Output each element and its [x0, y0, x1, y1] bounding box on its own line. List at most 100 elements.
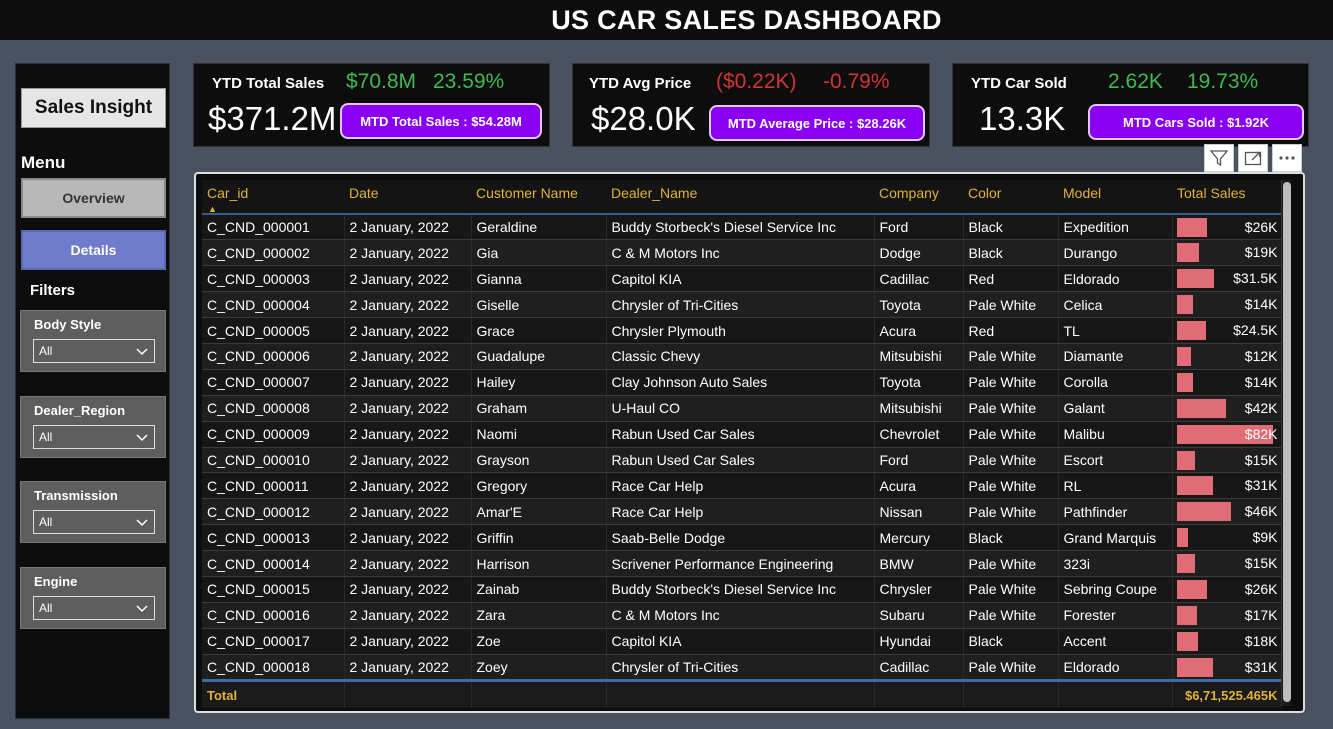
column-header-car-id[interactable]: Car_id ▲: [202, 180, 344, 215]
dealer-region-dropdown[interactable]: All: [33, 425, 155, 449]
table-cell: Classic Chevy: [606, 343, 875, 370]
sales-value: $26K: [1244, 580, 1278, 597]
filter-icon[interactable]: [1204, 144, 1234, 172]
table-cell: Rabun Used Car Sales: [606, 421, 875, 448]
filter-label: Engine: [34, 574, 78, 589]
transmission-dropdown[interactable]: All: [33, 510, 155, 534]
table-cell: Toyota: [874, 291, 964, 319]
kpi-label: YTD Total Sales: [212, 75, 325, 92]
table-cell: 2 January, 2022: [344, 239, 472, 267]
kpi-delta-percent: -0.79%: [823, 70, 890, 93]
table-row[interactable]: C_CND_000015 2 January, 2022 Zainab Buddy S…: [202, 576, 1282, 603]
table-row[interactable]: C_CND_000018 2 January, 2022 Zoey Chrysler …: [202, 654, 1282, 681]
filter-label: Transmission: [34, 488, 118, 503]
kpi-label: YTD Avg Price: [589, 75, 692, 92]
total-sales-cell: $24.5K: [1172, 317, 1282, 344]
table-row[interactable]: C_CND_000007 2 January, 2022 Hailey Clay Jo…: [202, 369, 1282, 396]
table-cell: Geraldine: [471, 214, 607, 241]
table-row[interactable]: C_CND_000009 2 January, 2022 Naomi Rabun Us…: [202, 421, 1282, 448]
sales-details-table: Car_id ▲ Date Customer Name Dealer_Name C…: [194, 172, 1305, 713]
table-cell: C_CND_000006: [202, 343, 345, 370]
table-row[interactable]: C_CND_000004 2 January, 2022 Giselle Chrysl…: [202, 291, 1282, 319]
table-cell: Black: [963, 524, 1059, 552]
filter-label: Dealer_Region: [34, 403, 126, 418]
table-row[interactable]: C_CND_000003 2 January, 2022 Gianna Capitol…: [202, 265, 1282, 293]
table-cell: C_CND_000007: [202, 369, 345, 396]
details-button[interactable]: Details: [21, 230, 166, 270]
table-cell: Eldorado: [1058, 654, 1173, 681]
total-sales-cell: $17K: [1172, 602, 1282, 629]
sales-data-bar: [1176, 554, 1195, 574]
column-header-date[interactable]: Date: [344, 180, 471, 215]
table-cell: Malibu: [1058, 421, 1173, 448]
mtd-cars-sold-button[interactable]: MTD Cars Sold : $1.92K: [1088, 104, 1304, 140]
table-row[interactable]: C_CND_000016 2 January, 2022 Zara C & M Mot…: [202, 602, 1282, 629]
table-cell: Black: [963, 239, 1059, 267]
table-row[interactable]: C_CND_000010 2 January, 2022 Grayson Rabun …: [202, 447, 1282, 474]
table-cell: Pale White: [963, 654, 1059, 681]
table-row[interactable]: C_CND_000014 2 January, 2022 Harrison Scriv…: [202, 550, 1282, 577]
table-row[interactable]: C_CND_000005 2 January, 2022 Grace Chrysler…: [202, 317, 1282, 344]
table-cell: Zainab: [471, 576, 607, 603]
sort-ascending-icon: ▲: [208, 204, 217, 214]
engine-dropdown[interactable]: All: [33, 596, 155, 620]
sales-value: $19K: [1244, 244, 1278, 261]
table-cell: Black: [963, 628, 1059, 655]
sales-data-bar: [1176, 476, 1213, 496]
sales-value: $31K: [1244, 658, 1278, 675]
column-header-customer-name[interactable]: Customer Name: [471, 180, 606, 215]
table-viewport: Car_id ▲ Date Customer Name Dealer_Name C…: [202, 180, 1282, 708]
column-header-color[interactable]: Color: [963, 180, 1058, 215]
kpi-ytd-total-sales: YTD Total Sales $371.2M $70.8M 23.59% MT…: [193, 63, 550, 147]
table-cell: Ford: [874, 447, 964, 474]
table-cell: 2 January, 2022: [344, 576, 472, 603]
total-sales-cell: $14K: [1172, 291, 1282, 319]
table-cell: 2 January, 2022: [344, 317, 472, 344]
total-sales-cell: $42K: [1172, 395, 1282, 422]
table-row[interactable]: C_CND_000011 2 January, 2022 Gregory Race C…: [202, 472, 1282, 500]
dropdown-value: All: [39, 344, 53, 358]
body-style-dropdown[interactable]: All: [33, 339, 155, 363]
more-options-icon[interactable]: [1272, 144, 1302, 172]
table-row[interactable]: C_CND_000008 2 January, 2022 Graham U-Haul …: [202, 395, 1282, 422]
sales-value: $31.5K: [1233, 270, 1278, 287]
table-cell: Race Car Help: [606, 498, 875, 526]
column-header-company[interactable]: Company: [874, 180, 963, 215]
sales-value: $12K: [1244, 347, 1278, 364]
table-cell: Cadillac: [874, 265, 964, 293]
table-cell: Zoey: [471, 654, 607, 681]
total-sales-cell: $12K: [1172, 343, 1282, 370]
column-header-model[interactable]: Model: [1058, 180, 1172, 215]
sales-data-bar: [1176, 295, 1193, 315]
table-row[interactable]: C_CND_000013 2 January, 2022 Griffin Saab-B…: [202, 524, 1282, 552]
table-total-row: Total $6,71,525.465K: [202, 678, 1282, 708]
mtd-average-price-button[interactable]: MTD Average Price : $28.26K: [709, 105, 925, 141]
table-cell: C_CND_000010: [202, 447, 345, 474]
title-bar: US CAR SALES DASHBOARD: [0, 0, 1333, 40]
table-cell: 2 January, 2022: [344, 395, 472, 422]
table-row[interactable]: C_CND_000017 2 January, 2022 Zoe Capitol KI…: [202, 628, 1282, 655]
overview-button[interactable]: Overview: [21, 178, 166, 218]
table-cell: Acura: [874, 317, 964, 344]
table-row[interactable]: C_CND_000001 2 January, 2022 Geraldine Budd…: [202, 214, 1282, 241]
mtd-total-sales-button[interactable]: MTD Total Sales : $54.28M: [340, 103, 542, 139]
table-row[interactable]: C_CND_000002 2 January, 2022 Gia C & M Moto…: [202, 239, 1282, 267]
total-sales-cell: $18K: [1172, 628, 1282, 655]
table-cell: 2 January, 2022: [344, 291, 472, 319]
table-cell: Buddy Storbeck's Diesel Service Inc: [606, 576, 875, 603]
table-row[interactable]: C_CND_000006 2 January, 2022 Guadalupe Clas…: [202, 343, 1282, 370]
chevron-down-icon: [136, 605, 148, 613]
sales-data-bar: [1176, 243, 1199, 263]
sales-data-bar: [1176, 218, 1207, 237]
sales-data-bar: [1176, 398, 1226, 418]
column-header-total-sales[interactable]: Total Sales: [1172, 180, 1282, 215]
table-scrollbar[interactable]: [1281, 180, 1291, 706]
focus-mode-icon[interactable]: [1238, 144, 1268, 172]
sales-value: $18K: [1244, 632, 1278, 649]
table-cell: Pale White: [963, 369, 1059, 396]
scrollbar-thumb[interactable]: [1283, 182, 1291, 702]
table-row[interactable]: C_CND_000012 2 January, 2022 Amar'E Race Ca…: [202, 498, 1282, 526]
table-cell: 2 January, 2022: [344, 524, 472, 552]
sales-value: $17K: [1244, 606, 1278, 623]
column-header-dealer-name[interactable]: Dealer_Name: [606, 180, 874, 215]
